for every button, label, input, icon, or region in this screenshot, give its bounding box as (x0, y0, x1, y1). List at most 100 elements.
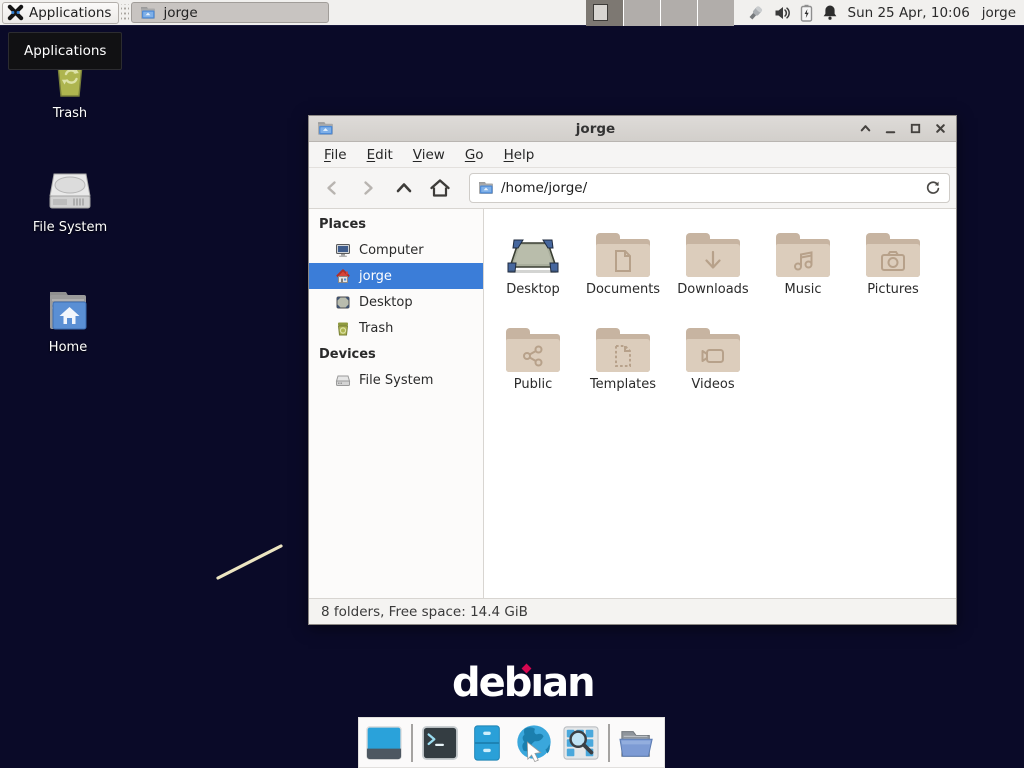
workspace-switcher[interactable] (586, 0, 734, 26)
desktop-icon-file-system[interactable]: File System (24, 168, 116, 235)
folder-label: Music (785, 282, 822, 297)
panel-grip-handle[interactable] (121, 4, 129, 22)
places-sidebar: Places Computer jorge Desktop (309, 209, 484, 598)
workspace-2[interactable] (623, 0, 660, 26)
menu-go[interactable]: Go (456, 144, 493, 166)
folder-label: Documents (586, 282, 660, 297)
workspace-4[interactable] (697, 0, 734, 26)
logo-text: an (542, 660, 593, 706)
sidebar-item-jorge[interactable]: jorge (309, 263, 483, 289)
minimize-button[interactable] (882, 121, 898, 137)
folder-label: Pictures (867, 282, 918, 297)
menu-file[interactable]: File (315, 144, 356, 166)
folder-item-templates[interactable]: Templates (578, 312, 668, 407)
path-text[interactable]: /home/jorge/ (501, 180, 918, 196)
folder-view[interactable]: Desktop Documents Downloads Music (484, 209, 956, 598)
sidebar-item-desktop[interactable]: Desktop (309, 289, 483, 315)
music-folder-icon (776, 233, 830, 277)
sidebar-item-label: jorge (359, 269, 392, 284)
desktop-icon-label: Trash (53, 106, 87, 121)
location-bar[interactable]: /home/jorge/ (469, 173, 950, 203)
menu-view[interactable]: View (404, 144, 454, 166)
dock-separator (608, 724, 610, 762)
dock-separator (411, 724, 413, 762)
stray-line-artifact (210, 538, 295, 586)
sidebar-item-computer[interactable]: Computer (309, 237, 483, 263)
folder-item-pictures[interactable]: Pictures (848, 217, 938, 312)
devices-header: Devices (309, 341, 483, 367)
folder-item-desktop[interactable]: Desktop (488, 217, 578, 312)
sidebar-item-file-system[interactable]: File System (309, 367, 483, 393)
terminal-dock-icon[interactable] (420, 723, 460, 763)
up-button[interactable] (387, 173, 421, 203)
bottom-dock (358, 717, 665, 768)
sidebar-item-trash[interactable]: Trash (309, 315, 483, 341)
documents-folder-icon (596, 233, 650, 277)
panel-username[interactable]: jorge (982, 5, 1016, 21)
desktop-icon-home[interactable]: Home (22, 288, 114, 355)
folder-item-videos[interactable]: Videos (668, 312, 758, 407)
menu-edit[interactable]: Edit (358, 144, 402, 166)
battery-icon[interactable] (800, 4, 813, 22)
sidebar-item-label: Desktop (359, 295, 413, 310)
system-tray (746, 4, 838, 22)
taskbar-window-button[interactable]: jorge (131, 2, 329, 23)
hard-drive-icon (46, 168, 94, 214)
sidebar-item-label: Computer (359, 243, 424, 258)
file-manager-window: jorge File Edit View Go Help /home/jorge… (308, 115, 957, 625)
computer-icon (335, 243, 351, 258)
home-button[interactable] (423, 173, 457, 203)
folder-label: Templates (590, 377, 656, 392)
directory-dock-icon[interactable] (617, 723, 657, 763)
status-text: 8 folders, Free space: 14.4 GiB (321, 604, 528, 620)
notification-bell-icon[interactable] (822, 4, 838, 21)
logo-dotless-i: ı (530, 660, 542, 706)
maximize-button[interactable] (907, 121, 923, 137)
volume-icon[interactable] (774, 5, 791, 21)
folder-item-documents[interactable]: Documents (578, 217, 668, 312)
tooltip-text: Applications (24, 43, 106, 59)
debian-wordmark: debıan (452, 660, 582, 706)
app-finder-dock-icon[interactable] (561, 723, 601, 763)
top-panel: Applications jorge Sun 25 Apr, 10:06 jor… (0, 0, 1024, 26)
reload-icon[interactable] (925, 180, 941, 196)
home-folder-icon (44, 288, 92, 334)
workspace-1[interactable] (586, 0, 623, 26)
pictures-folder-icon (866, 233, 920, 277)
folder-label: Downloads (677, 282, 748, 297)
sidebar-item-label: Trash (359, 321, 393, 336)
panel-clock[interactable]: Sun 25 Apr, 10:06 (848, 5, 970, 21)
templates-folder-icon (596, 328, 650, 372)
removable-device-icon[interactable] (746, 4, 765, 22)
home-icon (335, 269, 351, 284)
path-folder-icon (478, 181, 494, 195)
file-manager-dock-icon[interactable] (467, 723, 507, 763)
close-button[interactable] (932, 121, 948, 137)
workspace-3[interactable] (660, 0, 697, 26)
applications-menu-button[interactable]: Applications (2, 2, 119, 24)
desktop-mini-icon (335, 295, 351, 310)
menu-help[interactable]: Help (495, 144, 544, 166)
drive-mini-icon (335, 373, 351, 388)
applications-menu-label: Applications (29, 5, 111, 21)
logo-text: deb (452, 660, 530, 706)
folder-item-downloads[interactable]: Downloads (668, 217, 758, 312)
web-browser-dock-icon[interactable] (514, 723, 554, 763)
desktop-dock-icon[interactable] (364, 723, 404, 763)
folder-item-public[interactable]: Public (488, 312, 578, 407)
desktop-icon-label: Home (49, 340, 87, 355)
shade-button[interactable] (857, 121, 873, 137)
back-button[interactable] (315, 173, 349, 203)
downloads-folder-icon (686, 233, 740, 277)
desktop-icon-label: File System (33, 220, 107, 235)
folder-item-music[interactable]: Music (758, 217, 848, 312)
public-folder-icon (506, 328, 560, 372)
window-titlebar[interactable]: jorge (309, 116, 956, 142)
window-folder-icon (317, 121, 334, 136)
xfce-logo-icon (7, 4, 24, 21)
workspace-window-thumb (593, 4, 608, 21)
folder-label: Public (514, 377, 552, 392)
places-header: Places (309, 211, 483, 237)
trash-mini-icon (335, 321, 351, 336)
forward-button[interactable] (351, 173, 385, 203)
